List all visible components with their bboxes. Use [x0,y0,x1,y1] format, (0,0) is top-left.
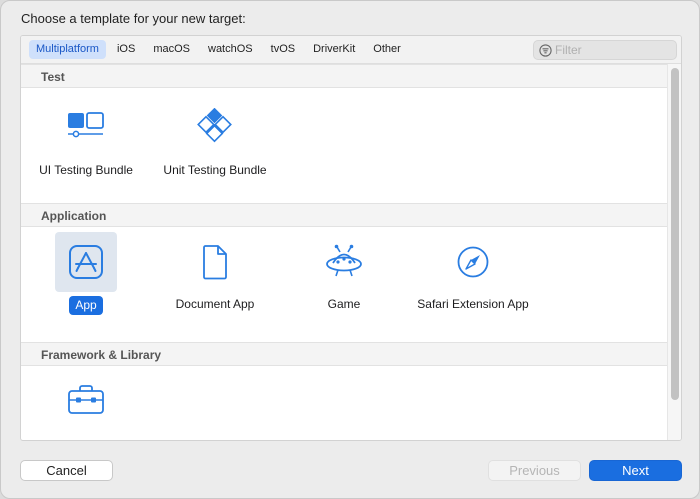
previous-button[interactable]: Previous [488,460,581,481]
next-button[interactable]: Next [589,460,682,481]
filter-icon [539,44,552,57]
template-label: Safari Extension App [417,297,529,311]
game-icon [326,244,362,277]
template-safari-extension-app[interactable]: Safari Extension App [408,232,538,312]
compass-icon [457,246,489,278]
tab-ios[interactable]: iOS [110,40,142,59]
ui-testing-bundle-icon [68,112,104,138]
filter-field[interactable] [533,40,677,60]
dialog-prompt: Choose a template for your new target: [21,11,246,26]
tab-tvos[interactable]: tvOS [264,40,302,59]
template-chooser: Multiplatform iOS macOS watchOS tvOS Dri… [20,35,682,441]
template-label: Game [327,297,361,311]
tab-multiplatform[interactable]: Multiplatform [29,40,106,59]
template-label: Document App [175,297,255,311]
template-unit-testing-bundle[interactable]: Unit Testing Bundle [150,98,280,178]
tab-driverkit[interactable]: DriverKit [306,40,362,59]
section-header-framework-library: Framework & Library [21,342,667,366]
filter-input[interactable] [555,42,673,58]
tab-other[interactable]: Other [366,40,408,59]
tab-watchos[interactable]: watchOS [201,40,260,59]
section-header-application: Application [21,203,667,227]
template-label: UI Testing Bundle [39,163,133,177]
vertical-scrollbar[interactable] [667,64,681,440]
document-icon [203,245,227,280]
template-game[interactable]: Game [279,232,409,312]
template-label-selected: App [69,296,103,315]
platform-tab-bar: Multiplatform iOS macOS watchOS tvOS Dri… [21,36,681,64]
scrollbar-thumb[interactable] [671,68,679,400]
template-framework[interactable] [21,371,151,431]
template-app[interactable]: App [21,232,151,315]
app-store-icon [69,245,103,279]
cancel-button[interactable]: Cancel [20,460,113,481]
template-document-app[interactable]: Document App [150,232,280,312]
new-target-dialog: Choose a template for your new target: M… [0,0,700,499]
template-label: Unit Testing Bundle [163,163,267,177]
toolbox-icon [68,385,104,414]
section-header-test: Test [21,64,667,88]
selected-tile [55,232,117,292]
unit-testing-bundle-icon [197,108,232,143]
template-ui-testing-bundle[interactable]: UI Testing Bundle [21,98,151,178]
tab-macos[interactable]: macOS [146,40,197,59]
